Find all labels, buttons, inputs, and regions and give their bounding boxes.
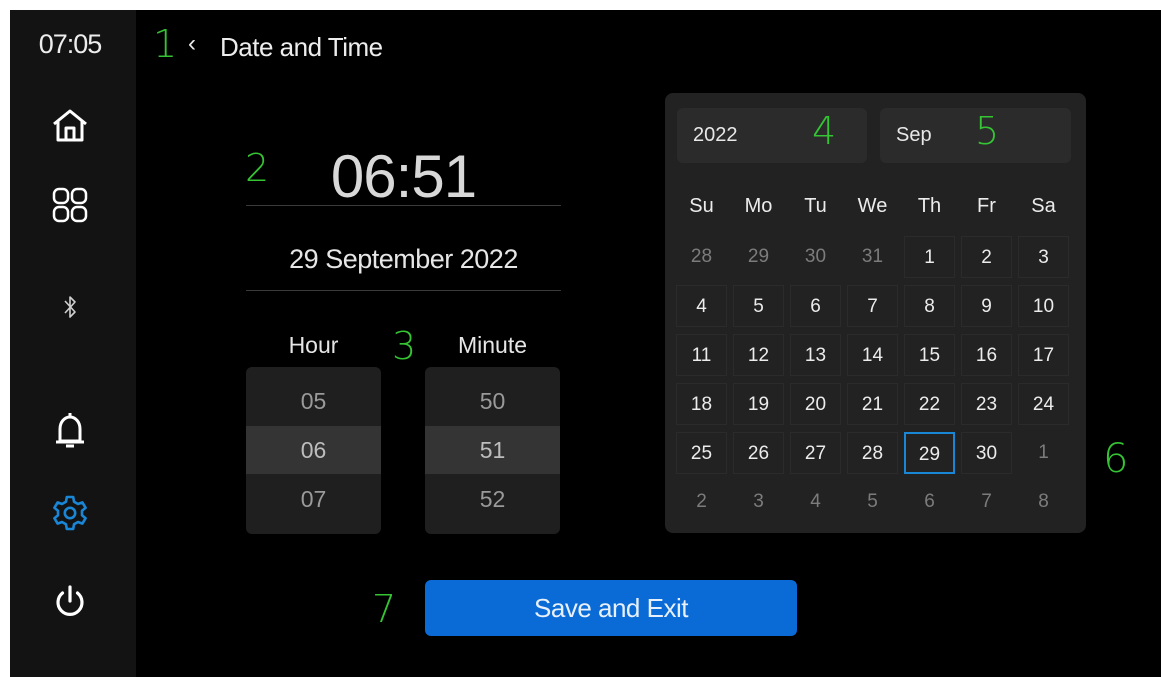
apps-grid-icon[interactable] — [45, 180, 95, 230]
minute-option-selected[interactable]: 51 — [425, 426, 560, 474]
calendar-panel: 2022 Sep 4 5 Su Mo Tu We Th Fr Sa 28 29 30 31 1 2 3 4 5… — [665, 93, 1086, 533]
calendar-day[interactable]: 3 — [733, 481, 784, 523]
minute-option[interactable]: 52 — [425, 475, 560, 523]
minute-picker[interactable]: 50 51 52 — [425, 367, 560, 534]
gear-icon[interactable] — [45, 488, 95, 538]
weekday-header: Sa — [1031, 195, 1056, 217]
hour-option-selected[interactable]: 06 — [246, 426, 381, 474]
bell-icon[interactable] — [45, 406, 95, 456]
calendar-day[interactable]: 8 — [1018, 481, 1069, 523]
calendar-day[interactable]: 5 — [733, 285, 784, 327]
annotation-5: 5 — [975, 109, 1000, 153]
calendar-day[interactable]: 28 — [676, 236, 727, 278]
calendar-day[interactable]: 11 — [676, 334, 727, 376]
calendar-day[interactable]: 6 — [790, 285, 841, 327]
calendar-day[interactable]: 31 — [847, 236, 898, 278]
calendar-day[interactable]: 5 — [847, 481, 898, 523]
back-button[interactable]: ‹ — [188, 30, 196, 58]
calendar-day[interactable]: 12 — [733, 334, 784, 376]
page-title: Date and Time — [220, 32, 383, 62]
calendar-day[interactable]: 1 — [1018, 432, 1069, 474]
minute-option[interactable]: 50 — [425, 377, 560, 425]
calendar-day[interactable]: 2 — [961, 236, 1012, 278]
hour-option[interactable]: 05 — [246, 377, 381, 425]
status-clock: 07:05 — [38, 29, 103, 59]
divider — [246, 205, 561, 206]
month-value: Sep — [896, 124, 932, 146]
calendar-day[interactable]: 21 — [847, 383, 898, 425]
screen: 07:05 1 ‹ Date and Time 2 06:51 29 Septe… — [10, 10, 1161, 677]
year-selector[interactable]: 2022 — [677, 108, 867, 163]
hour-picker[interactable]: 05 06 07 — [246, 367, 381, 534]
sidebar: 07:05 — [10, 10, 136, 677]
annotation-6: 6 — [1103, 436, 1129, 482]
calendar-day[interactable]: 22 — [904, 383, 955, 425]
calendar-day[interactable]: 26 — [733, 432, 784, 474]
divider — [246, 290, 561, 291]
weekday-header: Su — [689, 195, 714, 217]
calendar-day[interactable]: 30 — [790, 236, 841, 278]
calendar-day[interactable]: 27 — [790, 432, 841, 474]
calendar-day[interactable]: 17 — [1018, 334, 1069, 376]
calendar-day[interactable]: 14 — [847, 334, 898, 376]
weekday-header: Mo — [744, 195, 773, 217]
current-time-display: 06:51 — [330, 143, 477, 210]
annotation-7: 7 — [372, 587, 397, 631]
weekday-header: We — [857, 195, 888, 217]
calendar-day[interactable]: 20 — [790, 383, 841, 425]
annotation-4: 4 — [812, 109, 837, 153]
calendar-day[interactable]: 7 — [961, 481, 1012, 523]
calendar-day[interactable]: 16 — [961, 334, 1012, 376]
calendar-day[interactable]: 30 — [961, 432, 1012, 474]
calendar-day[interactable]: 13 — [790, 334, 841, 376]
bluetooth-icon[interactable] — [45, 282, 95, 332]
calendar-day-selected[interactable]: 29 — [904, 432, 955, 474]
calendar-day[interactable]: 28 — [847, 432, 898, 474]
calendar-day[interactable]: 9 — [961, 285, 1012, 327]
current-date-display: 29 September 2022 — [289, 244, 518, 274]
home-icon[interactable] — [45, 100, 95, 150]
calendar-day[interactable]: 23 — [961, 383, 1012, 425]
minute-label: Minute — [457, 332, 528, 358]
calendar-day[interactable]: 25 — [676, 432, 727, 474]
year-value: 2022 — [693, 124, 738, 146]
calendar-day[interactable]: 19 — [733, 383, 784, 425]
calendar-day[interactable]: 4 — [790, 481, 841, 523]
hour-label: Hour — [288, 332, 339, 358]
calendar-day[interactable]: 3 — [1018, 236, 1069, 278]
calendar-day[interactable]: 2 — [676, 481, 727, 523]
calendar-day[interactable]: 15 — [904, 334, 955, 376]
calendar-day[interactable]: 8 — [904, 285, 955, 327]
calendar-day[interactable]: 7 — [847, 285, 898, 327]
power-icon[interactable] — [45, 578, 95, 628]
calendar-day[interactable]: 29 — [733, 236, 784, 278]
save-and-exit-button[interactable]: Save and Exit — [425, 580, 797, 636]
calendar-day[interactable]: 6 — [904, 481, 955, 523]
calendar-day[interactable]: 18 — [676, 383, 727, 425]
weekday-header: Th — [917, 195, 942, 217]
weekday-header: Fr — [977, 195, 996, 217]
weekday-header: Tu — [804, 195, 827, 217]
calendar-day[interactable]: 1 — [904, 236, 955, 278]
annotation-3: 3 — [392, 324, 417, 368]
annotation-1: 1 — [153, 22, 178, 66]
hour-option[interactable]: 07 — [246, 475, 381, 523]
calendar-day[interactable]: 10 — [1018, 285, 1069, 327]
calendar-day[interactable]: 4 — [676, 285, 727, 327]
calendar-day[interactable]: 24 — [1018, 383, 1069, 425]
